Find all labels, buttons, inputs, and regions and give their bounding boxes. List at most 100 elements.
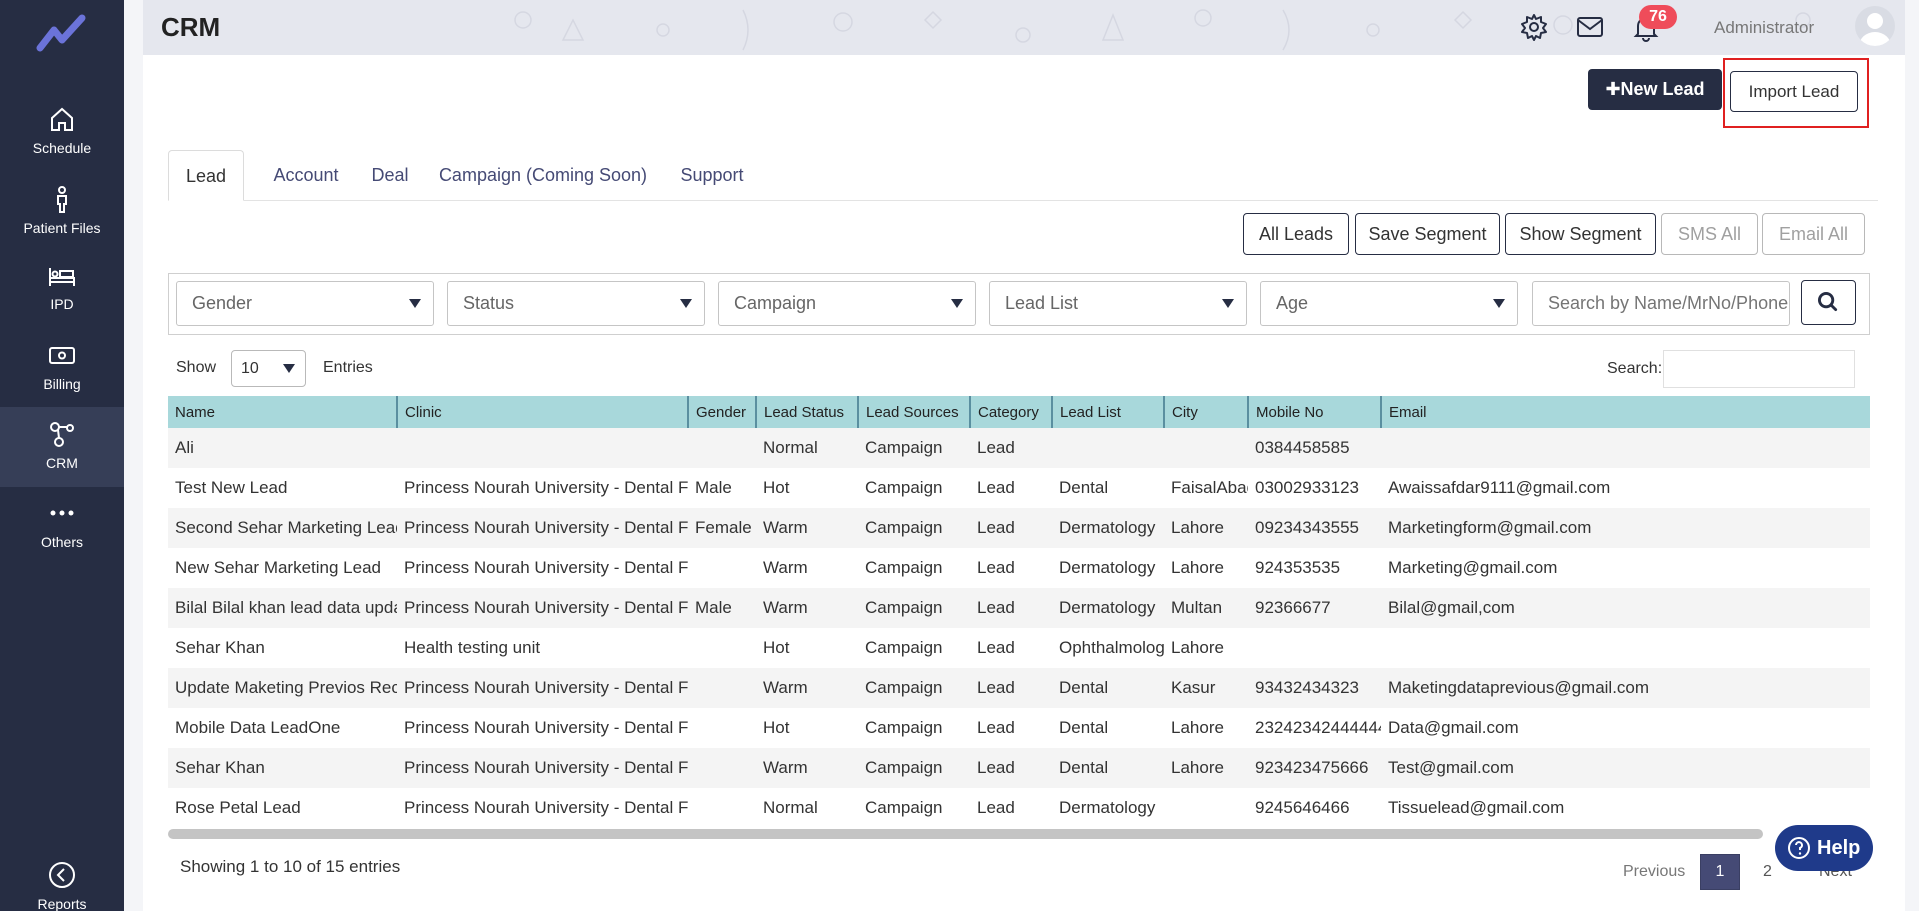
plus-icon: ✚ xyxy=(1605,79,1621,99)
horizontal-scrollbar[interactable] xyxy=(168,829,1763,839)
save-segment-button[interactable]: Save Segment xyxy=(1355,213,1500,255)
campaign-select[interactable]: Campaign xyxy=(718,281,976,326)
table-row[interactable]: Update Maketing Previos RecordsPrincess … xyxy=(168,668,1870,708)
table-cell: Dental xyxy=(1052,668,1164,708)
table-cell: Campaign xyxy=(858,668,970,708)
pagination-page-1[interactable]: 1 xyxy=(1700,854,1740,890)
pagination-page-2[interactable]: 2 xyxy=(1763,863,1772,881)
help-button[interactable]: Help xyxy=(1775,825,1873,871)
table-row[interactable]: Sehar Khan Princess Nourah University - D… xyxy=(168,748,1870,788)
email-all-button[interactable]: Email All xyxy=(1762,213,1865,255)
sidebar-item-label: Patient Files xyxy=(23,220,101,236)
table-cell: Dermatology xyxy=(1052,788,1164,826)
age-select[interactable]: Age xyxy=(1260,281,1518,326)
chevron-down-icon xyxy=(409,299,421,308)
search-input[interactable] xyxy=(1532,281,1790,326)
table-cell: Normal xyxy=(756,788,858,826)
column-header[interactable]: Mobile No xyxy=(1248,396,1382,428)
avatar[interactable] xyxy=(1855,6,1895,46)
column-header[interactable]: City xyxy=(1164,396,1249,428)
column-header[interactable]: Lead Status xyxy=(756,396,859,428)
table-cell: Marketing@gmail.com xyxy=(1381,548,1870,588)
column-header[interactable]: Category xyxy=(970,396,1053,428)
table-row[interactable]: New Sehar Marketing Lead Princess Nourah … xyxy=(168,548,1870,588)
sidebar-item-label: Reports xyxy=(37,896,87,911)
mail-icon[interactable] xyxy=(1575,12,1605,42)
search-button[interactable] xyxy=(1801,280,1856,325)
sidebar-item-schedule[interactable]: Schedule xyxy=(0,92,124,172)
sidebar: Schedule Patient Files IPD Billing CRM O… xyxy=(0,0,124,911)
table-cell: Ali xyxy=(168,428,397,468)
sidebar-item-billing[interactable]: Billing xyxy=(0,328,124,408)
table-cell: Campaign xyxy=(858,428,970,468)
table-cell: Campaign xyxy=(858,468,970,508)
table-cell: Lead xyxy=(970,508,1052,548)
table-cell: Hot xyxy=(756,628,858,668)
table-search-input[interactable] xyxy=(1663,350,1855,388)
show-segment-button[interactable]: Show Segment xyxy=(1505,213,1656,255)
table-cell: Female xyxy=(688,508,756,548)
page-scrollbar[interactable] xyxy=(1905,0,1919,911)
new-lead-button[interactable]: ✚New Lead xyxy=(1588,69,1722,110)
lead-list-select[interactable]: Lead List xyxy=(989,281,1247,326)
column-header[interactable]: Lead List xyxy=(1052,396,1165,428)
table-cell: 9245646466 xyxy=(1248,788,1381,826)
table-row[interactable]: Rose Petal Lead Princess Nourah Universit… xyxy=(168,788,1870,826)
column-header[interactable]: Clinic xyxy=(397,396,689,428)
table-row[interactable]: Bilal Bilal khan lead data update Princes… xyxy=(168,588,1870,628)
column-header[interactable]: Gender xyxy=(688,396,757,428)
tab-lead[interactable]: Lead xyxy=(168,150,244,201)
table-cell: Princess Nourah University - Dental Facu… xyxy=(397,668,688,708)
table-row[interactable]: Test New Lead Princess Nourah University … xyxy=(168,468,1870,508)
tab-account[interactable]: Account xyxy=(258,150,354,201)
table-cell: Campaign xyxy=(858,548,970,588)
tab-deal[interactable]: Deal xyxy=(360,150,420,201)
table-body: Ali Normal Campaign Lead 0384458585 Test New … xyxy=(168,428,1870,826)
top-bar: CRM 76 Administrator xyxy=(143,0,1905,55)
chevron-down-icon xyxy=(951,299,963,308)
column-header[interactable]: Name xyxy=(168,396,398,428)
tab-support[interactable]: Support xyxy=(667,150,757,201)
entries-select[interactable]: 10 xyxy=(231,350,306,387)
notification-badge: 76 xyxy=(1639,5,1677,29)
sidebar-item-others[interactable]: Others xyxy=(0,486,124,566)
table-row[interactable]: Mobile Data LeadOne Princess Nourah Unive… xyxy=(168,708,1870,748)
table-cell: Campaign xyxy=(858,628,970,668)
sidebar-item-ipd[interactable]: IPD xyxy=(0,248,124,328)
table-cell xyxy=(1381,628,1870,668)
money-icon xyxy=(49,347,75,364)
table-cell: Multan xyxy=(1164,588,1248,628)
table-search-label: Search: xyxy=(1607,360,1663,377)
table-cell: 23242342444444 xyxy=(1248,708,1381,748)
all-leads-button[interactable]: All Leads xyxy=(1243,213,1349,255)
gear-icon[interactable] xyxy=(1519,12,1549,42)
sidebar-item-reports[interactable]: Reports xyxy=(0,848,124,911)
table-cell xyxy=(688,668,756,708)
status-select[interactable]: Status xyxy=(447,281,705,326)
table-cell: Warm xyxy=(756,668,858,708)
column-header[interactable]: Email xyxy=(1381,396,1870,428)
table-cell: Hot xyxy=(756,708,858,748)
table-cell: Mobile Data LeadOne xyxy=(168,708,397,748)
table-cell xyxy=(688,748,756,788)
table-row[interactable]: Second Sehar Marketing Lead Princess Nour… xyxy=(168,508,1870,548)
column-header[interactable]: Lead Sources xyxy=(858,396,971,428)
gender-select-value: Gender xyxy=(192,293,253,313)
table-cell: Warm xyxy=(756,748,858,788)
table-row[interactable]: Ali Normal Campaign Lead 0384458585 xyxy=(168,428,1870,468)
pagination-previous[interactable]: Previous xyxy=(1623,863,1685,881)
table-cell xyxy=(1052,428,1164,468)
sms-all-button[interactable]: SMS All xyxy=(1661,213,1758,255)
gender-select[interactable]: Gender xyxy=(176,281,434,326)
sidebar-item-patient-files[interactable]: Patient Files xyxy=(0,172,124,252)
tab-campaign[interactable]: Campaign (Coming Soon) xyxy=(438,150,648,201)
sidebar-item-crm[interactable]: CRM xyxy=(0,407,124,487)
table-cell: Campaign xyxy=(858,508,970,548)
logo-icon[interactable] xyxy=(36,14,88,54)
chevron-down-icon xyxy=(1493,299,1505,308)
table-cell: Hot xyxy=(756,468,858,508)
table-row[interactable]: Sehar Khan Health testing unit Hot Campaign… xyxy=(168,628,1870,668)
table-cell: Princess Nourah University - Dental Facu… xyxy=(397,508,688,548)
search-icon xyxy=(1817,291,1838,312)
user-name[interactable]: Administrator xyxy=(1714,18,1814,38)
